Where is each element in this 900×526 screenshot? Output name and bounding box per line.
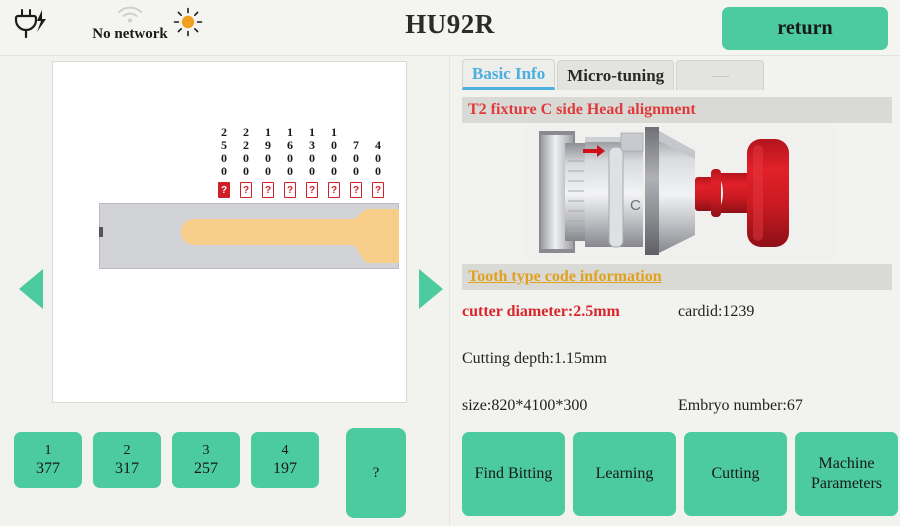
bitting-unknown-marker[interactable]: ? — [284, 182, 296, 198]
fixture-clamp-diagram-icon: C — [525, 125, 835, 260]
cutting-button[interactable]: Cutting — [684, 432, 787, 516]
cutting-depth-label: Cutting depth:1.15mm — [462, 350, 607, 367]
previous-key-arrow-icon[interactable] — [16, 267, 46, 311]
bitting-unknown-marker[interactable]: ? — [372, 182, 384, 198]
svg-text:C: C — [630, 197, 641, 214]
bitting-digit: 0 — [353, 164, 359, 178]
tab-extra[interactable]: ------ — [676, 60, 765, 90]
bitting-column[interactable]: 2 5 0 0 ? — [213, 126, 235, 198]
card-id-label: cardid:1239 — [678, 303, 755, 320]
bitting-unknown-marker[interactable]: ? — [350, 182, 362, 198]
bitting-column[interactable]: 1 6 0 0 ? — [279, 126, 301, 198]
tooth-code-heading[interactable]: Tooth type code information — [468, 268, 662, 286]
bitting-unknown-marker[interactable]: ? — [306, 182, 318, 198]
key-diagram-canvas[interactable]: 2 5 0 0 ? 2 2 0 0 ? 1 9 0 0 ? 1 6 0 0 ? … — [52, 61, 407, 403]
bitting-column[interactable]: 0 7 0 0 ? — [345, 126, 367, 198]
learning-button[interactable]: Learning — [573, 432, 676, 516]
details-panel: Basic Info Micro-tuning ------ T2 fixtur… — [450, 56, 900, 526]
cut-position-button-4[interactable]: 4 197 — [251, 432, 319, 488]
bitting-digit: 0 — [331, 164, 337, 178]
cut-position-buttons: 1 377 2 317 3 257 4 197 — [14, 432, 319, 488]
bitting-digit: 0 — [221, 164, 227, 178]
fixture-heading: T2 fixture C side Head alignment — [468, 101, 696, 118]
cut-position-button-3[interactable]: 3 257 — [172, 432, 240, 488]
details-tabs: Basic Info Micro-tuning ------ — [462, 59, 766, 90]
cut-position-index: 4 — [281, 443, 289, 458]
cut-position-button-2[interactable]: 2 317 — [93, 432, 161, 488]
key-blade-diagram — [99, 203, 399, 269]
machine-parameters-button[interactable]: Machine Parameters — [795, 432, 898, 516]
cut-position-value: 377 — [36, 460, 60, 477]
cut-position-value: 197 — [273, 460, 297, 477]
bitting-digit-grid: 2 5 0 0 ? 2 2 0 0 ? 1 9 0 0 ? 1 6 0 0 ? … — [213, 126, 389, 198]
help-button[interactable]: ? — [346, 428, 406, 518]
bitting-column[interactable]: 1 9 0 0 ? — [257, 126, 279, 198]
bitting-unknown-marker[interactable]: ? — [328, 182, 340, 198]
bitting-digit: 0 — [265, 164, 271, 178]
bitting-digit: 0 — [309, 164, 315, 178]
action-buttons: Find Bitting Learning Cutting Machine Pa… — [462, 432, 898, 516]
bitting-unknown-marker[interactable]: ? — [218, 182, 230, 198]
bitting-column[interactable]: 2 2 0 0 ? — [235, 126, 257, 198]
next-key-arrow-icon[interactable] — [416, 267, 446, 311]
key-preview-panel: 2 5 0 0 ? 2 2 0 0 ? 1 9 0 0 ? 1 6 0 0 ? … — [0, 56, 450, 526]
return-button[interactable]: return — [722, 7, 888, 50]
bitting-digit: 0 — [243, 164, 249, 178]
cut-position-index: 2 — [123, 443, 131, 458]
tooth-code-heading-band: Tooth type code information — [462, 264, 892, 290]
bitting-digit: 0 — [287, 164, 293, 178]
cut-position-index: 3 — [202, 443, 210, 458]
cut-position-index: 1 — [44, 443, 52, 458]
size-label: size:820*4100*300 — [462, 397, 588, 414]
tab-micro-tuning[interactable]: Micro-tuning — [557, 60, 675, 90]
cut-position-button-1[interactable]: 1 377 — [14, 432, 82, 488]
cutter-diameter-label: cutter diameter:2.5mm — [462, 303, 620, 320]
bitting-unknown-marker[interactable]: ? — [262, 182, 274, 198]
embryo-number-label: Embryo number:67 — [678, 397, 803, 414]
cut-position-value: 317 — [115, 460, 139, 477]
bitting-unknown-marker[interactable]: ? — [240, 182, 252, 198]
cut-position-value: 257 — [194, 460, 218, 477]
fixture-heading-band: T2 fixture C side Head alignment — [462, 97, 892, 123]
tab-basic-info[interactable]: Basic Info — [462, 59, 556, 90]
bitting-column[interactable]: 0 4 0 0 ? — [367, 126, 389, 198]
bitting-digit: 0 — [375, 164, 381, 178]
bitting-column[interactable]: 1 0 0 0 ? — [323, 126, 345, 198]
status-bar: No network HU92R return — [0, 0, 900, 56]
bitting-column[interactable]: 1 3 0 0 ? — [301, 126, 323, 198]
find-bitting-button[interactable]: Find Bitting — [462, 432, 565, 516]
